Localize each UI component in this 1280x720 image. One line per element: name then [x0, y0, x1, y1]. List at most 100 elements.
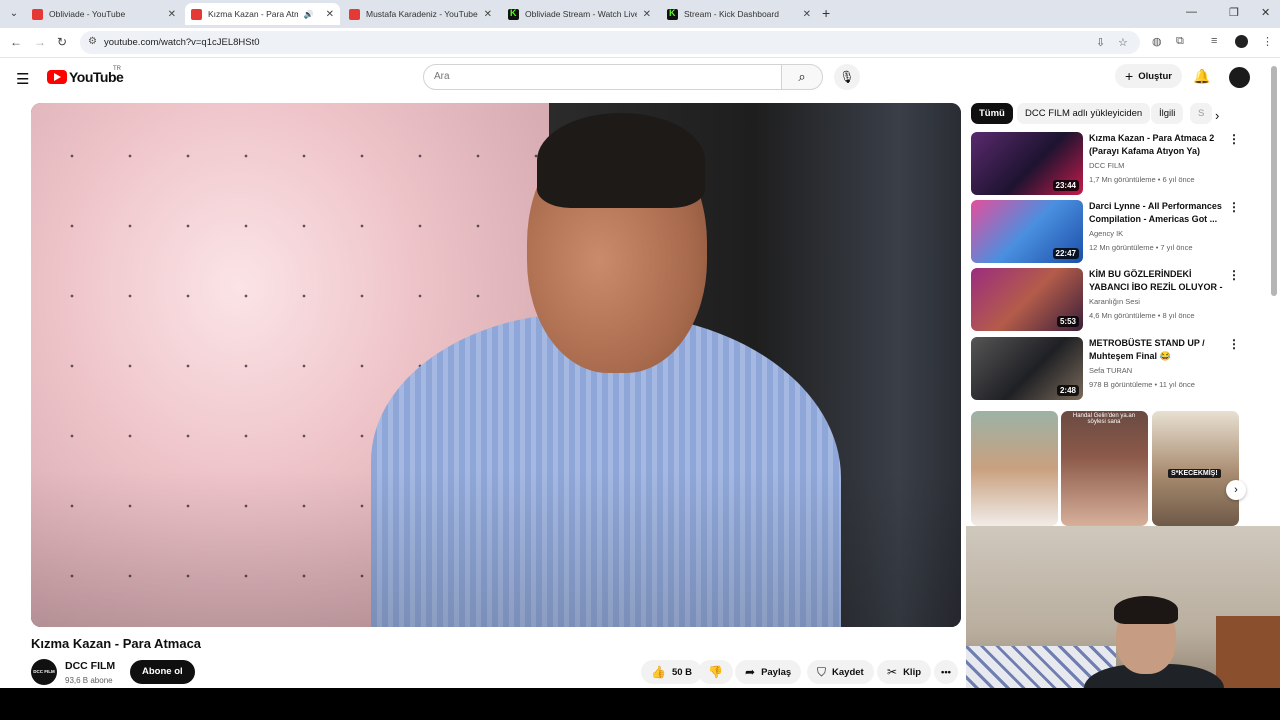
channel-name[interactable]: DCC FILM: [65, 660, 115, 672]
page-scrollbar[interactable]: [1271, 66, 1277, 296]
youtube-logo[interactable]: YouTube TR: [47, 66, 124, 85]
related-title[interactable]: Darci Lynne - All Performances Compilati…: [1089, 200, 1224, 226]
related-title[interactable]: Kızma Kazan - Para Atmaca 2 (Parayı Kafa…: [1089, 132, 1224, 158]
browser-tab-4[interactable]: Obliviade Stream - Watch Live ✕: [502, 3, 657, 25]
tab-title: Stream - Kick Dashboard: [684, 9, 779, 19]
more-vertical-icon[interactable]: ⋮: [1228, 200, 1240, 214]
share-button[interactable]: ➦ Paylaş: [735, 660, 802, 684]
tab-title: Mustafa Karadeniz - YouTube: [366, 9, 478, 19]
create-button[interactable]: + Oluştur: [1115, 64, 1182, 88]
related-video[interactable]: 22:47 Darci Lynne - All Performances Com…: [971, 200, 1241, 263]
chevron-right-icon[interactable]: ›: [1215, 108, 1219, 123]
forward-icon[interactable]: →: [34, 35, 46, 49]
browser-tab-5[interactable]: Stream - Kick Dashboard ✕: [661, 3, 817, 25]
video-thumbnail[interactable]: 2:48: [971, 337, 1083, 400]
more-vertical-icon[interactable]: ⋮: [1228, 268, 1240, 282]
shorts-thumbnail[interactable]: [971, 411, 1058, 526]
youtube-favicon-icon: [349, 8, 360, 20]
channel-avatar[interactable]: DCC FILM: [31, 659, 57, 685]
related-title[interactable]: KİM BU GÖZLERİNDEKİ YABANCI İBO REZİL OL…: [1089, 268, 1224, 294]
chip-partial[interactable]: S: [1190, 103, 1213, 124]
close-tab-icon[interactable]: ✕: [168, 9, 176, 20]
shorts-thumbnail[interactable]: Handal Gelin'den ya.an söylesi sana: [1061, 411, 1148, 526]
voice-search-button[interactable]: 🎙: [834, 64, 860, 90]
chip-all[interactable]: Tümü: [971, 103, 1013, 124]
related-channel[interactable]: Karanlığın Sesi: [1089, 297, 1140, 306]
related-channel[interactable]: Sefa TURAN: [1089, 366, 1132, 375]
new-tab-button[interactable]: +: [822, 5, 830, 21]
related-video[interactable]: 5:53 KİM BU GÖZLERİNDEKİ YABANCI İBO REZ…: [971, 268, 1241, 331]
browser-tab-1[interactable]: Obliviade - YouTube ✕: [26, 3, 182, 25]
clip-button[interactable]: ✂ Klip: [877, 660, 932, 684]
close-window-icon[interactable]: ✕: [1261, 6, 1270, 19]
subscribe-button[interactable]: Abone ol: [130, 660, 195, 684]
video-thumbnail[interactable]: 22:47: [971, 200, 1083, 263]
back-icon[interactable]: ←: [10, 35, 22, 49]
related-video[interactable]: 23:44 Kızma Kazan - Para Atmaca 2 (Paray…: [971, 132, 1241, 195]
more-horizontal-icon: •••: [941, 666, 951, 678]
chip-from-uploader[interactable]: DCC FILM adlı yükleyiciden: [1017, 103, 1151, 124]
minimize-icon[interactable]: —: [1186, 6, 1197, 18]
related-title[interactable]: METROBÜSTE STAND UP / Muhteşem Final 😂: [1089, 337, 1224, 363]
extension-globe-icon[interactable]: ◍: [1152, 35, 1162, 48]
search-input[interactable]: [434, 71, 764, 82]
shorts-next-chevron-icon[interactable]: ›: [1226, 480, 1246, 500]
install-app-icon[interactable]: ⇩: [1096, 36, 1105, 49]
notifications-bell-icon[interactable]: 🔔: [1193, 68, 1210, 85]
save-button[interactable]: ⛉ Kaydet: [807, 660, 874, 684]
browser-tab-2-active[interactable]: Kızma Kazan - Para Atmaca 🔊 ✕: [185, 3, 340, 25]
bookmark-icon: ⛉: [817, 664, 827, 679]
restore-icon[interactable]: ❐: [1229, 6, 1239, 19]
related-channel[interactable]: DCC FILM: [1089, 161, 1124, 170]
youtube-play-logo-icon: [47, 70, 67, 84]
close-tab-icon[interactable]: ✕: [803, 9, 811, 20]
address-bar[interactable]: ⚙ youtube.com/watch?v=q1cJEL8HSt0 ⇩ ☆: [80, 31, 1140, 54]
like-button[interactable]: 👍 50 B: [641, 660, 703, 684]
more-actions-button[interactable]: •••: [934, 660, 958, 684]
speaker-icon[interactable]: 🔊: [304, 10, 314, 19]
close-tab-icon[interactable]: ✕: [326, 9, 334, 20]
video-thumbnail[interactable]: 23:44: [971, 132, 1083, 195]
more-vertical-icon[interactable]: ⋮: [1228, 337, 1240, 351]
shorts-thumbnail[interactable]: S*KECEKMİŞ!: [1152, 411, 1239, 526]
video-title: Kızma Kazan - Para Atmaca: [31, 636, 202, 651]
guide-menu-icon[interactable]: ☰: [16, 70, 29, 88]
bookmark-star-icon[interactable]: ☆: [1118, 36, 1128, 49]
create-label: Oluştur: [1138, 70, 1172, 82]
browser-profile-avatar[interactable]: [1235, 35, 1248, 48]
like-count: 50 B: [671, 666, 693, 678]
scissors-icon: ✂: [887, 665, 898, 679]
close-tab-icon[interactable]: ✕: [484, 9, 492, 20]
related-meta: 4,6 Mn görüntüleme • 8 yıl önce: [1089, 311, 1195, 320]
browser-menu-icon[interactable]: ⋮: [1262, 35, 1273, 48]
logo-country-code: TR: [113, 66, 121, 72]
reading-list-icon[interactable]: ≡: [1211, 35, 1217, 47]
account-avatar[interactable]: [1229, 67, 1250, 88]
webcam-overlay: [966, 526, 1280, 702]
taskbar-strip: [0, 688, 1280, 720]
extensions-puzzle-icon[interactable]: ⧉: [1176, 35, 1184, 48]
browser-tab-strip: ⌄ Obliviade - YouTube ✕ Kızma Kazan - Pa…: [0, 0, 1280, 28]
save-label: Kaydet: [832, 666, 864, 678]
shorts-overlay-text: S*KECEKMİŞ!: [1168, 469, 1221, 478]
search-icon: ⌕: [798, 69, 806, 84]
reload-icon[interactable]: ↻: [57, 35, 67, 49]
browser-tab-3[interactable]: Mustafa Karadeniz - YouTube ✕: [343, 3, 498, 25]
close-tab-icon[interactable]: ✕: [643, 9, 651, 20]
dislike-button[interactable]: 👎: [698, 660, 733, 684]
webcam-person-hair: [1114, 596, 1178, 624]
tab-search-chevron-icon[interactable]: ⌄: [6, 6, 22, 22]
site-info-icon[interactable]: ⚙: [88, 36, 97, 47]
related-video[interactable]: 2:48 METROBÜSTE STAND UP / Muhteşem Fina…: [971, 337, 1241, 400]
chip-related[interactable]: İlgili: [1151, 103, 1184, 124]
related-channel[interactable]: Agency IK: [1089, 229, 1123, 238]
related-meta: 12 Mn görüntüleme • 7 yıl önce: [1089, 243, 1193, 252]
related-meta: 978 B görüntüleme • 11 yıl önce: [1089, 380, 1195, 389]
video-thumbnail[interactable]: 5:53: [971, 268, 1083, 331]
video-player[interactable]: [31, 103, 961, 627]
youtube-favicon-icon: [32, 8, 43, 20]
thumbs-down-icon: 👎: [708, 665, 723, 679]
more-vertical-icon[interactable]: ⋮: [1228, 132, 1240, 146]
related-meta: 1,7 Mn görüntüleme • 6 yıl önce: [1089, 175, 1195, 184]
search-button[interactable]: ⌕: [781, 64, 823, 90]
